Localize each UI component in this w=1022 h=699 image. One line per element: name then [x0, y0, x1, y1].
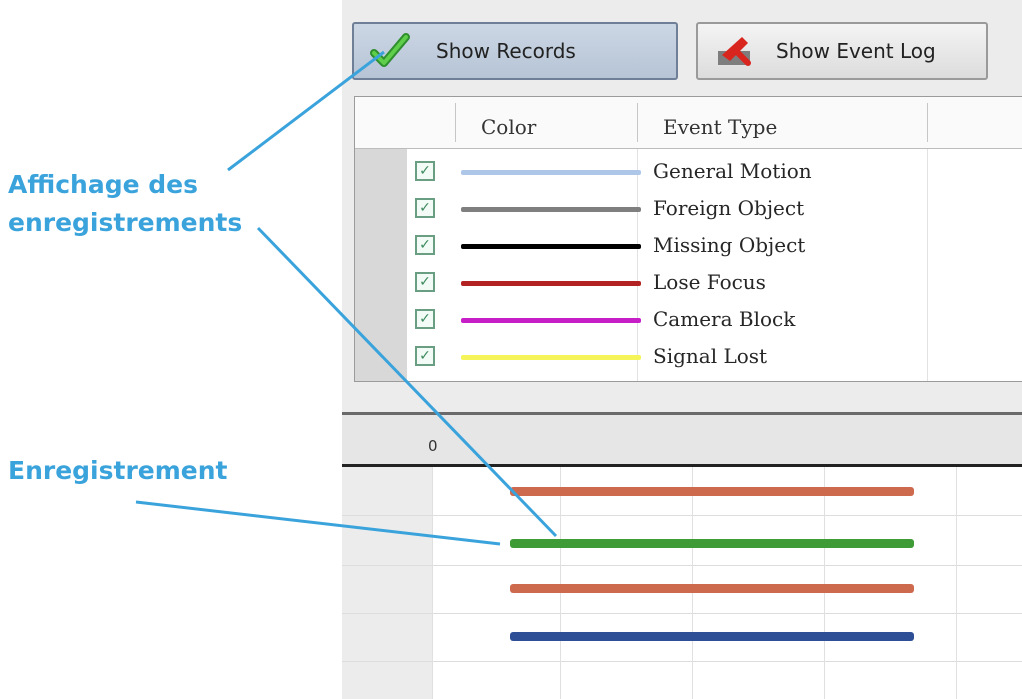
legend-row-camera-block[interactable]: ✓ Camera Block — [355, 301, 1022, 339]
legend-row-signal-lost[interactable]: ✓ Signal Lost — [355, 338, 1022, 376]
grid-line — [432, 467, 433, 699]
record-timeline[interactable] — [342, 467, 1022, 699]
checkbox[interactable]: ✓ — [415, 346, 435, 366]
red-event-icon — [718, 37, 751, 66]
event-type-label: Lose Focus — [653, 270, 766, 294]
column-header-color: Color — [481, 115, 537, 139]
color-swatch — [461, 170, 641, 175]
event-type-label: General Motion — [653, 159, 812, 183]
event-type-label: Signal Lost — [653, 344, 768, 368]
column-divider — [455, 103, 456, 142]
legend-row-missing-object[interactable]: ✓ Missing Object — [355, 227, 1022, 265]
grid-line — [342, 661, 1022, 662]
grid-line — [560, 467, 561, 699]
record-bar[interactable] — [510, 487, 914, 496]
green-check-icon — [370, 33, 410, 67]
checkbox[interactable]: ✓ — [415, 309, 435, 329]
checkbox[interactable]: ✓ — [415, 235, 435, 255]
legend-header: Color Event Type — [355, 97, 1022, 149]
show-records-label: Show Records — [436, 39, 576, 63]
legend-row-general-motion[interactable]: ✓ General Motion — [355, 153, 1022, 191]
event-type-legend: Color Event Type ✓ General Motion ✓ Fore… — [354, 96, 1022, 382]
legend-row-lose-focus[interactable]: ✓ Lose Focus — [355, 264, 1022, 302]
checkbox[interactable]: ✓ — [415, 161, 435, 181]
grid-line — [692, 467, 693, 699]
checkbox[interactable]: ✓ — [415, 198, 435, 218]
callout-records-display-line2: enregistrements — [8, 208, 243, 237]
grid-line — [342, 613, 1022, 614]
grid-line — [824, 467, 825, 699]
grid-line — [956, 467, 957, 699]
record-bar[interactable] — [510, 632, 914, 641]
callout-records-display: Affichage des enregistrements — [8, 166, 242, 242]
column-header-event-type: Event Type — [663, 115, 778, 139]
show-event-log-label: Show Event Log — [776, 39, 936, 63]
column-divider — [927, 103, 928, 142]
callout-record: Enregistrement — [8, 456, 228, 485]
record-bar[interactable] — [510, 584, 914, 593]
event-panel: Show Records Show Event Log Color Event … — [342, 0, 1022, 699]
show-event-log-button[interactable]: Show Event Log — [696, 22, 988, 80]
color-swatch — [461, 207, 641, 212]
color-swatch — [461, 281, 641, 286]
timeline-channel-column — [342, 467, 432, 699]
color-swatch — [461, 244, 641, 249]
event-type-label: Foreign Object — [653, 196, 805, 220]
legend-row-foreign-object[interactable]: ✓ Foreign Object — [355, 190, 1022, 228]
show-records-button[interactable]: Show Records — [352, 22, 678, 80]
checkbox[interactable]: ✓ — [415, 272, 435, 292]
timeline-ruler: 0 — [342, 412, 1022, 464]
record-bar[interactable] — [510, 539, 914, 548]
color-swatch — [461, 318, 641, 323]
timeline-tick-label: 0 — [428, 437, 438, 455]
callout-records-display-line1: Affichage des — [8, 170, 199, 199]
event-type-label: Camera Block — [653, 307, 796, 331]
color-swatch — [461, 355, 641, 360]
column-divider — [637, 103, 638, 142]
grid-line — [342, 565, 1022, 566]
grid-line — [342, 515, 1022, 516]
event-type-label: Missing Object — [653, 233, 806, 257]
